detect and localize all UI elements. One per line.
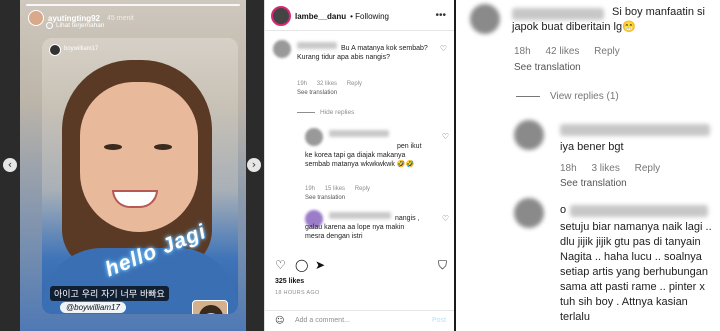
heart-icon[interactable]: ♡ (442, 132, 449, 141)
hide-replies-label: Hide replies (320, 109, 355, 116)
comment-time: 18h (560, 163, 577, 174)
add-comment-bar: ☺ Add a comment... Post (265, 310, 454, 331)
comment-item: nangis , galau karena aa lope nya makin … (305, 210, 451, 252)
heart-icon[interactable]: ♡ (440, 44, 447, 53)
comment-avatar[interactable] (470, 4, 500, 34)
following-text[interactable]: Following (355, 12, 389, 21)
comment-icon[interactable]: ◯ (295, 258, 308, 272)
photo-eye-right (154, 144, 172, 150)
comment-username-blurred (560, 124, 710, 136)
emoji-icon[interactable]: ☺ (275, 316, 284, 326)
comment-text: nangis , galau karena aa lope nya makin … (305, 215, 420, 240)
comment-meta: 18h 3 likes Reply (560, 163, 672, 174)
post-header: lambe__danu • Following (271, 6, 389, 26)
comment-username-initial[interactable]: o (560, 203, 566, 218)
comment-translate-link[interactable]: See translation (305, 195, 345, 201)
comment-likes[interactable]: 3 likes (591, 163, 619, 174)
reposted-story-card: boywilliam17 hello Jagi (42, 38, 238, 314)
post-panel: lambe__danu • Following ••• Bu A matanya… (264, 0, 454, 331)
comment-reply-button[interactable]: Reply (635, 163, 661, 174)
story-time: 45 menit (107, 14, 134, 22)
comment-translate-link[interactable]: See translation (560, 178, 627, 189)
korean-caption: 아이고 우리 자기 너무 바빠요 (50, 286, 169, 301)
comment-username-blurred (329, 130, 389, 137)
comment-username-blurred (570, 205, 708, 217)
comment-avatar[interactable] (514, 198, 544, 228)
comment-reply-button[interactable]: Reply (594, 46, 620, 57)
comment-likes[interactable]: 32 likes (317, 81, 337, 87)
header-divider (265, 30, 454, 31)
share-icon[interactable]: ➤ (315, 258, 325, 272)
comment-translate-link[interactable]: See translation (514, 62, 581, 73)
story-avatar[interactable] (28, 10, 44, 26)
comment-text: setuju biar namanya naik lagi .. dlu jij… (560, 221, 712, 323)
post-timestamp: 18 HOURS AGO (275, 290, 320, 296)
comment-reply-button[interactable]: Reply (355, 186, 370, 192)
post-avatar[interactable] (271, 6, 291, 26)
story-prev-button[interactable]: ‹ (3, 158, 17, 172)
more-options-icon[interactable]: ••• (435, 10, 446, 21)
following-label: • Following (350, 11, 389, 21)
post-comment-button[interactable]: Post (432, 317, 446, 324)
divider-line (297, 112, 315, 113)
comment-meta: 19h 15 likes Reply (305, 186, 378, 192)
comment-likes[interactable]: 42 likes (545, 46, 579, 57)
story-frame[interactable]: ayutingting92 45 menit Lihat terjemahan … (20, 0, 246, 331)
story-progress-bar (26, 4, 240, 6)
post-likes-count[interactable]: 325 likes (275, 278, 304, 285)
comment-item: Bu A matanya kok sembab? Kurang tidur ap… (273, 40, 449, 100)
like-icon[interactable]: ♡ (275, 258, 286, 272)
comment-text: pen ikut ke korea tapi ga diajak makanya… (305, 143, 422, 168)
comment-time: 18h (514, 46, 531, 57)
comment-avatar[interactable] (514, 120, 544, 150)
globe-icon (46, 22, 53, 29)
story-next-button[interactable]: › (247, 158, 261, 172)
post-username[interactable]: lambe__danu (295, 12, 346, 21)
comment-translate-link[interactable]: See translation (297, 90, 337, 96)
zoomed-comments-panel: Si boy manfaatin si japok buat diberitai… (454, 0, 720, 331)
comment-meta: 18h 42 likes Reply (514, 46, 632, 57)
heart-icon[interactable]: ♡ (442, 214, 449, 223)
post-action-bar: ♡ ◯ ➤ ⛉ (273, 258, 449, 274)
comment-reply-button[interactable]: Reply (347, 81, 362, 87)
photo-eye-left (104, 144, 122, 150)
story-translate-link[interactable]: Lihat terjemahan (46, 22, 104, 29)
add-comment-input[interactable]: Add a comment... (295, 317, 350, 324)
view-replies-label: View replies (1) (550, 91, 619, 102)
video-call-thumbnail (192, 300, 228, 314)
comment-avatar[interactable] (273, 40, 291, 58)
comment-item: pen ikut ke korea tapi ga diajak makanya… (305, 128, 451, 201)
story-panel: ‹ ayutingting92 45 menit Lihat terjemaha… (0, 0, 264, 331)
story-translate-label: Lihat terjemahan (56, 22, 105, 29)
mention-sticker[interactable]: @boywilliam17 (60, 302, 126, 313)
comment-text: Bu A matanya kok sembab? Kurang tidur ap… (297, 45, 428, 61)
inner-story-avatar (49, 44, 61, 56)
bookmark-icon[interactable]: ⛉ (438, 258, 447, 273)
comment-meta: 19h 32 likes Reply (297, 81, 370, 87)
divider-line (516, 96, 540, 97)
hide-replies-button[interactable]: Hide replies (297, 109, 354, 116)
comment-text: Si boy manfaatin si japok buat diberitai… (512, 6, 705, 33)
comment-time: 19h (305, 186, 316, 192)
photo-face (80, 82, 198, 232)
comment-likes[interactable]: 15 likes (325, 186, 345, 192)
view-replies-button[interactable]: View replies (1) (516, 91, 619, 102)
comment-text: iya bener bgt (560, 141, 624, 153)
inner-story-username: boywilliam17 (64, 46, 99, 52)
comment-time: 19h (297, 81, 308, 87)
